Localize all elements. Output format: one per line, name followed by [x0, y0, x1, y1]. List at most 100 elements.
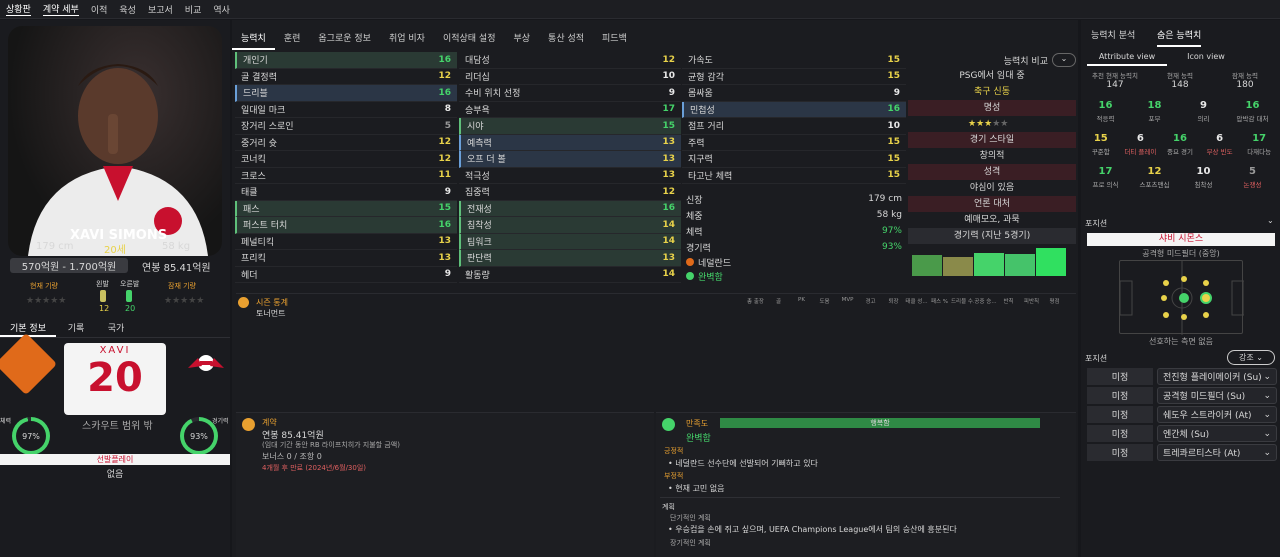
match-fitness-ring: 93% [180, 417, 218, 455]
attribute-row[interactable]: 퍼스트 터치 16 [235, 217, 457, 234]
nav-development[interactable]: 육성 [119, 3, 136, 16]
attribute-row[interactable]: 집중력 12 [459, 184, 681, 201]
hidden-stat: 17 프로 의식 [1081, 166, 1130, 189]
tab-training[interactable]: 훈련 [275, 28, 310, 50]
nation-flag-icon [686, 258, 694, 266]
tab-injury[interactable]: 부상 [504, 28, 539, 50]
nav-history[interactable]: 역사 [213, 3, 230, 16]
tab-ability-analysis[interactable]: 능력치 분석 [1091, 28, 1135, 41]
attribute-row[interactable]: 균형 감각 15 [682, 69, 906, 85]
position-collapse-icon[interactable]: ⌄ [1267, 216, 1274, 225]
season-col-header[interactable]: 경고 [859, 297, 882, 305]
attribute-row[interactable]: 승부욕 17 [459, 102, 681, 118]
hidden-stat-label: 꾸준함 [1091, 148, 1110, 156]
role-bar: 선발플레이 [0, 454, 230, 465]
attribute-row[interactable]: 패스 15 [235, 200, 457, 217]
role-select[interactable]: 공격형 미드필더 (Su) ⌄ [1157, 387, 1277, 404]
attribute-row[interactable]: 골 결정력 12 [235, 69, 457, 85]
attribute-row[interactable]: 시야 15 [459, 118, 681, 135]
attribute-name: 태클 [241, 188, 258, 199]
attribute-value: 15 [662, 120, 675, 131]
season-col-header[interactable]: PK [790, 297, 813, 305]
attribute-row[interactable]: 가속도 15 [682, 52, 906, 69]
season-col-header[interactable]: 드리블 수... [951, 297, 974, 305]
compare-dropdown-icon[interactable]: ⌄ [1052, 53, 1076, 67]
attribute-view-toggle[interactable]: Attribute view [1087, 52, 1167, 66]
contract-label[interactable]: 계약 [262, 417, 277, 428]
attribute-row[interactable]: 드리블 16 [235, 85, 457, 102]
attribute-value: 16 [887, 104, 900, 115]
nav-transfer[interactable]: 이적 [91, 3, 108, 16]
role-select[interactable]: 트레콰르티스타 (At) ⌄ [1157, 444, 1277, 461]
tab-work-permit[interactable]: 취업 비자 [380, 28, 434, 50]
attribute-row[interactable]: 대담성 12 [459, 52, 681, 69]
nav-reports[interactable]: 보고서 [148, 3, 173, 16]
attribute-row[interactable]: 수비 위치 선정 9 [459, 85, 681, 102]
emphasis-dropdown[interactable]: 강조 ⌄ [1227, 350, 1275, 365]
season-col-header[interactable]: 도움 [813, 297, 836, 305]
attribute-row[interactable]: 주력 15 [682, 135, 906, 151]
attribute-row[interactable]: 전재성 16 [459, 200, 681, 217]
tab-records[interactable]: 기록 [56, 320, 96, 337]
nav-contract[interactable]: 계약 세부 [42, 2, 79, 16]
tab-feedback[interactable]: 피드백 [593, 28, 636, 50]
attribute-row[interactable]: 점프 거리 10 [682, 118, 906, 135]
attribute-row[interactable]: 오프 더 볼 13 [459, 151, 681, 168]
tab-scout-info[interactable]: 옵그로운 정보 [309, 28, 380, 50]
season-col-header[interactable]: 반칙 [997, 297, 1020, 305]
attribute-row[interactable]: 침착성 14 [459, 217, 681, 234]
form-bar [974, 253, 1004, 276]
season-col-header[interactable]: 패스 % [928, 297, 951, 305]
tab-transfer-status[interactable]: 이적상태 설정 [434, 28, 505, 50]
icon-view-toggle[interactable]: Icon view [1171, 52, 1241, 61]
role-select[interactable]: 전진형 플레이메이커 (Su) ⌄ [1157, 368, 1277, 385]
tab-hidden-attributes[interactable]: 숨은 능력치 [1157, 28, 1202, 47]
attribute-row[interactable]: 장거리 스로인 5 [235, 118, 457, 135]
attribute-row[interactable]: 중거리 슛 12 [235, 135, 457, 151]
nav-compare[interactable]: 비교 [185, 3, 202, 16]
role-sub: 없음 [106, 470, 124, 480]
season-label[interactable]: 시즌 통계 [256, 297, 288, 308]
season-col-header[interactable]: 총 출장 [744, 297, 767, 305]
attribute-name: 퍼스트 터치 [243, 221, 288, 232]
role-row: 미정 전진형 플레이메이커 (Su) ⌄ [1087, 368, 1277, 385]
season-col-header[interactable]: 피반칙 [1020, 297, 1043, 305]
happiness-label[interactable]: 만족도 [686, 418, 708, 429]
attribute-name: 민첩성 [690, 105, 715, 116]
positive-text: • 네덜란드 선수단에 선발되어 기뻐하고 있다 [668, 459, 818, 468]
attribute-row[interactable]: 리더십 10 [459, 69, 681, 85]
attribute-row[interactable]: 지구력 15 [682, 151, 906, 168]
role-select[interactable]: 엔간체 (Su) ⌄ [1157, 425, 1277, 442]
attribute-row[interactable]: 민첩성 16 [682, 101, 906, 118]
attribute-row[interactable]: 몸싸움 9 [682, 85, 906, 102]
attribute-row[interactable]: 판단력 13 [459, 250, 681, 267]
attribute-row[interactable]: 개인기 16 [235, 52, 457, 69]
potential-ability-label-r: 잠재 능력 [1232, 72, 1258, 80]
attribute-row[interactable]: 팀워크 14 [459, 233, 681, 250]
attribute-row[interactable]: 태클 9 [235, 184, 457, 201]
season-col-header[interactable]: 평점 [1043, 297, 1066, 305]
attribute-row[interactable]: 페널티킥 13 [235, 234, 457, 250]
tab-attributes[interactable]: 능력치 [232, 28, 275, 50]
chevron-down-icon: ⌄ [1263, 428, 1271, 439]
role-select[interactable]: 쉐도우 스트라이커 (At) ⌄ [1157, 406, 1277, 423]
season-col-header[interactable]: 골 [767, 297, 790, 305]
attribute-row[interactable]: 크로스 11 [235, 168, 457, 184]
attribute-value: 15 [887, 71, 900, 82]
season-col-header[interactable]: 공중 승... [974, 297, 997, 305]
season-col-header[interactable]: 퇴장 [882, 297, 905, 305]
attribute-row[interactable]: 활동량 14 [459, 267, 681, 283]
attribute-row[interactable]: 일대일 마크 8 [235, 102, 457, 118]
nav-overview[interactable]: 상황판 [6, 2, 31, 16]
tab-career-stats[interactable]: 통산 성적 [539, 28, 593, 50]
attribute-row[interactable]: 코너킥 12 [235, 151, 457, 168]
tab-nation[interactable]: 국가 [96, 320, 136, 337]
attribute-row[interactable]: 타고난 체력 15 [682, 168, 906, 184]
attribute-row[interactable]: 프리킥 13 [235, 250, 457, 267]
attribute-row[interactable]: 적극성 13 [459, 168, 681, 184]
position-label: 포지션 [1085, 219, 1108, 228]
attribute-row[interactable]: 예측력 13 [459, 134, 681, 151]
season-col-header[interactable]: 태클 성... [905, 297, 928, 305]
attribute-row[interactable]: 헤더 9 [235, 267, 457, 283]
season-col-header[interactable]: MVP [836, 297, 859, 305]
